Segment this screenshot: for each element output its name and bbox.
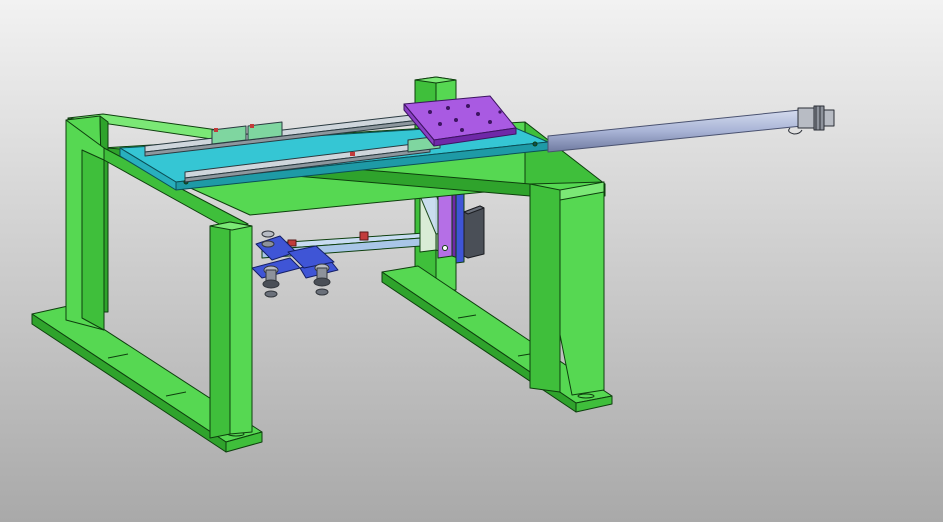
right-front-leg[interactable] xyxy=(529,181,605,396)
left-leg-side[interactable] xyxy=(65,119,105,331)
assembly-model[interactable] xyxy=(0,0,943,522)
pneumatic-cylinder[interactable] xyxy=(463,205,485,259)
suction-cup-right[interactable] xyxy=(313,263,331,296)
viewport-background xyxy=(0,0,943,522)
cad-3d-viewport[interactable] xyxy=(0,0,943,522)
front-left-leg[interactable] xyxy=(209,221,253,439)
